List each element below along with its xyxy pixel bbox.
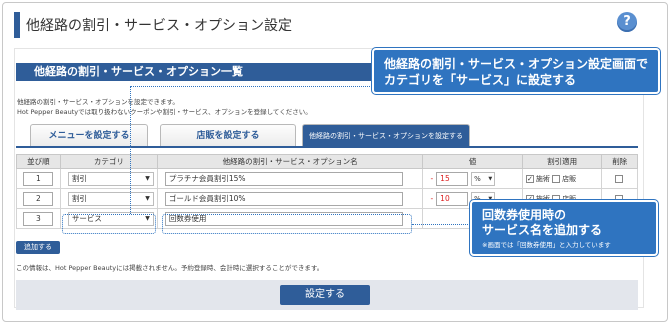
tab-other-channel-settings[interactable]: 他経路の割引・サービス・オプションを設定する xyxy=(302,124,470,146)
title-accent-bar xyxy=(14,12,20,38)
connector-line xyxy=(130,86,131,214)
connector-line xyxy=(130,86,372,87)
minus-sign: - xyxy=(430,194,434,203)
category-select[interactable]: 割引 ▼ xyxy=(67,191,154,206)
apply-treatment-label: 施術 xyxy=(535,174,550,183)
callout-text: 他経路の割引・サービス・オプション設定画面で xyxy=(384,57,649,71)
order-input[interactable]: 2 xyxy=(23,191,54,206)
callout-text: サービス名を追加する xyxy=(482,223,603,237)
tab-retail-settings[interactable]: 店販を設定する xyxy=(160,124,296,146)
name-highlight xyxy=(162,214,412,234)
page-title: 他経路の割引・サービス・オプション設定 xyxy=(26,18,292,34)
add-row-button[interactable]: 追加する xyxy=(16,241,60,254)
value-input[interactable]: 10 xyxy=(436,191,469,206)
callout-text: 回数券使用時の xyxy=(482,208,567,222)
connector-line xyxy=(412,224,470,225)
callout-text: カテゴリを「サービス」に設定する xyxy=(384,73,577,87)
value-input[interactable]: 15 xyxy=(436,171,469,186)
column-header-discount-apply: 割引適用 xyxy=(521,154,603,169)
category-value: 割引 xyxy=(71,193,87,203)
chevron-down-icon: ▼ xyxy=(145,174,150,182)
category-highlight xyxy=(62,214,156,234)
section-header: 他経路の割引・サービス・オプション一覧 xyxy=(16,63,396,81)
column-header-delete: 削除 xyxy=(601,154,638,169)
apply-treatment-checkbox[interactable]: ✓ xyxy=(525,174,534,183)
table-row: 1 割引 ▼ プラチナ会員割引15% -15% ▼ ✓ 施術 店販 xyxy=(16,168,638,189)
section-description: 他経路の割引・サービス・オプションを設定できます。 xyxy=(17,98,179,106)
unit-select[interactable]: % ▼ xyxy=(471,171,496,186)
unit-value: % xyxy=(474,174,481,183)
delete-checkbox[interactable] xyxy=(614,175,623,183)
help-icon[interactable]: ? xyxy=(617,12,637,32)
callout-category: 他経路の割引・サービス・オプション設定画面で カテゴリを「サービス」に設定する xyxy=(372,48,660,94)
column-header-category: カテゴリ xyxy=(59,154,158,169)
minus-sign: - xyxy=(430,174,434,183)
category-select[interactable]: 割引 ▼ xyxy=(67,171,154,186)
callout-service-name: 回数券使用時の サービス名を追加する ※画面では「回数券使用」と入力しています xyxy=(470,200,658,256)
option-name-input[interactable]: ゴールド会員割引10% xyxy=(164,191,403,206)
column-header-name: 他経路の割引・サービス・オプション名 xyxy=(156,154,424,169)
submit-button[interactable]: 設定する xyxy=(280,285,370,305)
callout-note: ※画面では「回数券使用」と入力しています xyxy=(482,241,611,249)
option-name-input[interactable]: プラチナ会員割引15% xyxy=(164,171,403,186)
chevron-down-icon: ▼ xyxy=(488,175,493,182)
category-value: 割引 xyxy=(71,173,87,183)
tab-underline xyxy=(16,146,638,148)
column-header-order: 並び順 xyxy=(16,154,61,169)
column-header-value: 値 xyxy=(422,154,523,169)
apply-retail-label: 店販 xyxy=(562,174,577,183)
table-header-row: 並び順 カテゴリ 他経路の割引・サービス・オプション名 値 割引適用 削除 xyxy=(16,154,638,169)
info-note: この情報は、Hot Pepper Beautyには掲載されません。予約登録時、会… xyxy=(16,264,324,272)
order-input[interactable]: 3 xyxy=(23,211,54,226)
section-description-2: Hot Pepper Beautyでは取り扱わないクーポンや割引・サービス、オプ… xyxy=(17,108,312,116)
apply-retail-checkbox[interactable] xyxy=(552,174,561,183)
order-input[interactable]: 1 xyxy=(23,171,54,186)
chevron-down-icon: ▼ xyxy=(145,194,150,202)
